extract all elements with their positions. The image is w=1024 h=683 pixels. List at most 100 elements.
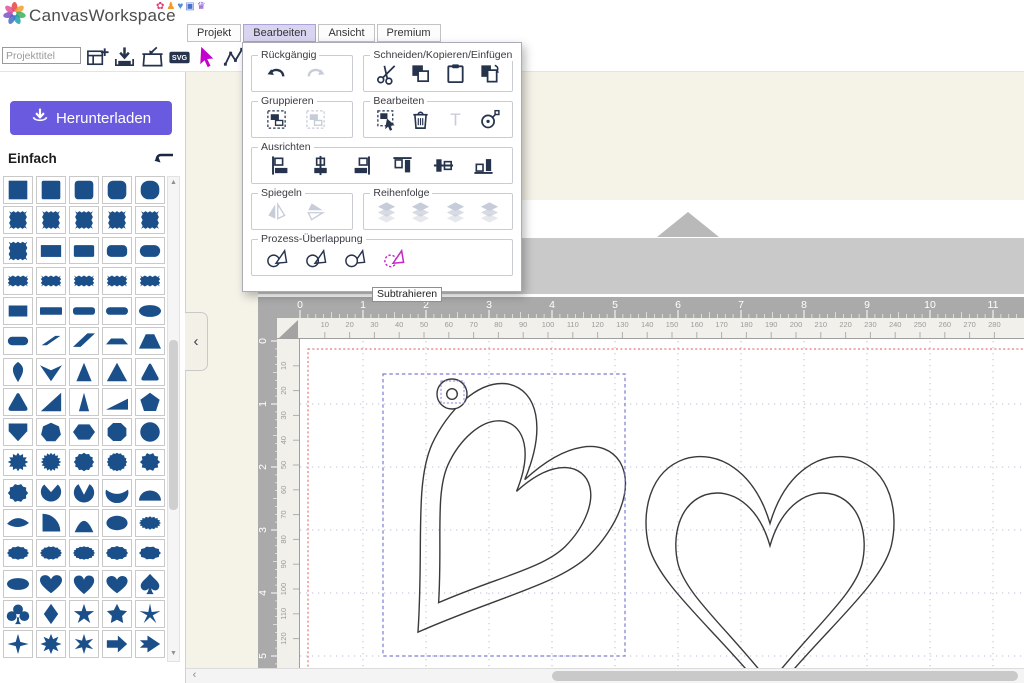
menu-text-button[interactable]: T bbox=[443, 107, 468, 132]
menu-ungroup-button[interactable] bbox=[303, 107, 328, 132]
shape-burst-6[interactable] bbox=[69, 630, 99, 658]
shape-star-8[interactable] bbox=[36, 630, 66, 658]
sidebar-collapse-button[interactable]: ‹ bbox=[185, 312, 208, 371]
shape-rect-r2[interactable] bbox=[69, 237, 99, 265]
shape-star-5-fat[interactable] bbox=[102, 600, 132, 628]
menu-trim-button[interactable] bbox=[342, 245, 367, 270]
shape-rect-r5[interactable] bbox=[102, 237, 132, 265]
shape-kite[interactable] bbox=[3, 358, 33, 386]
shape-rect-small[interactable] bbox=[3, 297, 33, 325]
tool-new-project-button[interactable] bbox=[84, 44, 110, 70]
canvas-scrollbar-thumb[interactable] bbox=[552, 671, 1018, 681]
shape-heart[interactable] bbox=[36, 570, 66, 598]
shape-stamp-square-3[interactable] bbox=[69, 206, 99, 234]
shape-rect-r8[interactable] bbox=[135, 237, 165, 265]
download-button[interactable]: Herunterladen bbox=[10, 101, 172, 135]
project-title-input[interactable] bbox=[2, 47, 81, 64]
shape-triangle-rounded-2[interactable] bbox=[3, 388, 33, 416]
menu-undo-button[interactable] bbox=[264, 61, 289, 86]
shape-stamp-square-2[interactable] bbox=[36, 206, 66, 234]
shape-pill[interactable] bbox=[102, 297, 132, 325]
menu-flip-h-button[interactable] bbox=[264, 199, 289, 224]
menu-align-bottom-button[interactable] bbox=[471, 153, 496, 178]
menu-align-top-button[interactable] bbox=[390, 153, 415, 178]
menu-align-middle-v-button[interactable] bbox=[431, 153, 456, 178]
back-arrow-icon[interactable] bbox=[153, 149, 175, 167]
menu-clipboard-button[interactable] bbox=[443, 61, 468, 86]
shape-stamp-rect-5[interactable] bbox=[135, 267, 165, 295]
shape-square-r2[interactable] bbox=[36, 176, 66, 204]
menu-align-center-h-button[interactable] bbox=[308, 153, 333, 178]
shape-square-r9[interactable] bbox=[135, 176, 165, 204]
object-heart-frame[interactable] bbox=[646, 457, 894, 668]
shape-capsule[interactable] bbox=[135, 297, 165, 325]
shape-arrow-right[interactable] bbox=[102, 630, 132, 658]
shape-chevron-down[interactable] bbox=[36, 358, 66, 386]
shape-circle-v-notch[interactable] bbox=[69, 479, 99, 507]
shape-stamp-square-1[interactable] bbox=[3, 206, 33, 234]
shape-club[interactable] bbox=[3, 600, 33, 628]
shape-gear[interactable] bbox=[135, 449, 165, 477]
shape-curved-triangle[interactable] bbox=[69, 509, 99, 537]
shape-stamp-square-4[interactable] bbox=[102, 206, 132, 234]
shape-right-triangle[interactable] bbox=[36, 388, 66, 416]
shape-diamond[interactable] bbox=[36, 600, 66, 628]
shape-stamp-rect-3[interactable] bbox=[69, 267, 99, 295]
menu-copy-button[interactable] bbox=[408, 61, 433, 86]
menu-flip-v-button[interactable] bbox=[303, 199, 328, 224]
shape-octagon[interactable] bbox=[102, 418, 132, 446]
shape-scrollbar-thumb[interactable] bbox=[169, 340, 178, 510]
shape-scallop-ellipse-1[interactable] bbox=[3, 539, 33, 567]
shape-stamp-rect-1[interactable] bbox=[3, 267, 33, 295]
menu-redo-button[interactable] bbox=[303, 61, 328, 86]
menu-paste-button[interactable] bbox=[477, 61, 502, 86]
menu-align-right-button[interactable] bbox=[349, 153, 374, 178]
shape-square-r4[interactable] bbox=[69, 176, 99, 204]
tab-ansicht[interactable]: Ansicht bbox=[318, 24, 374, 42]
shape-heart-2[interactable] bbox=[69, 570, 99, 598]
shape-spiky-ellipse[interactable] bbox=[135, 509, 165, 537]
shape-circle[interactable] bbox=[135, 418, 165, 446]
shape-heart-3[interactable] bbox=[102, 570, 132, 598]
tool-select-tool[interactable] bbox=[194, 44, 220, 70]
scroll-down-arrow-icon[interactable]: ▼ bbox=[167, 648, 180, 660]
shape-burst-12[interactable] bbox=[3, 449, 33, 477]
expand-panel-handle[interactable] bbox=[657, 212, 719, 237]
shape-trapezoid-low[interactable] bbox=[102, 327, 132, 355]
shape-pentagon[interactable] bbox=[135, 388, 165, 416]
menu-send-backward-button[interactable] bbox=[443, 199, 468, 224]
shape-scallop-ellipse-2[interactable] bbox=[36, 539, 66, 567]
shape-trapezoid[interactable] bbox=[135, 327, 165, 355]
tab-premium[interactable]: Premium bbox=[377, 24, 441, 42]
menu-send-to-back-button[interactable] bbox=[477, 199, 502, 224]
shape-hexagon-flat[interactable] bbox=[69, 418, 99, 446]
menu-select-all-button[interactable] bbox=[374, 107, 399, 132]
shape-stamp-square-5[interactable] bbox=[135, 206, 165, 234]
shape-circle-notch[interactable] bbox=[36, 479, 66, 507]
shape-burst-16[interactable] bbox=[36, 449, 66, 477]
menu-weld-button[interactable] bbox=[264, 245, 289, 270]
tool-mat-setting-button[interactable] bbox=[139, 44, 165, 70]
tool-save-button[interactable] bbox=[112, 44, 138, 70]
shape-scallop-10[interactable] bbox=[3, 479, 33, 507]
shape-stamp-rect-4[interactable] bbox=[102, 267, 132, 295]
menu-subtract-button[interactable] bbox=[381, 245, 406, 270]
menu-cut-button[interactable] bbox=[374, 61, 399, 86]
shape-scallop-ellipse-3[interactable] bbox=[69, 539, 99, 567]
shape-scallop-12[interactable] bbox=[69, 449, 99, 477]
shape-square[interactable] bbox=[3, 176, 33, 204]
shape-shield[interactable] bbox=[3, 418, 33, 446]
shape-lens[interactable] bbox=[3, 509, 33, 537]
shape-right-triangle-low[interactable] bbox=[102, 388, 132, 416]
shape-stamp-square-6[interactable] bbox=[3, 237, 33, 265]
menu-delete-button[interactable] bbox=[408, 107, 433, 132]
drawing-canvas[interactable] bbox=[300, 339, 1024, 668]
shape-bowl[interactable] bbox=[102, 479, 132, 507]
shape-star-5-thin[interactable] bbox=[135, 600, 165, 628]
shape-parallelogram-slim[interactable] bbox=[36, 327, 66, 355]
shape-star-5[interactable] bbox=[69, 600, 99, 628]
shape-scallop-ellipse-5[interactable] bbox=[135, 539, 165, 567]
tool-svg-import-button[interactable]: SVG bbox=[167, 44, 193, 70]
menu-bring-to-front-button[interactable] bbox=[374, 199, 399, 224]
tab-bearbeiten[interactable]: Bearbeiten bbox=[243, 24, 316, 42]
